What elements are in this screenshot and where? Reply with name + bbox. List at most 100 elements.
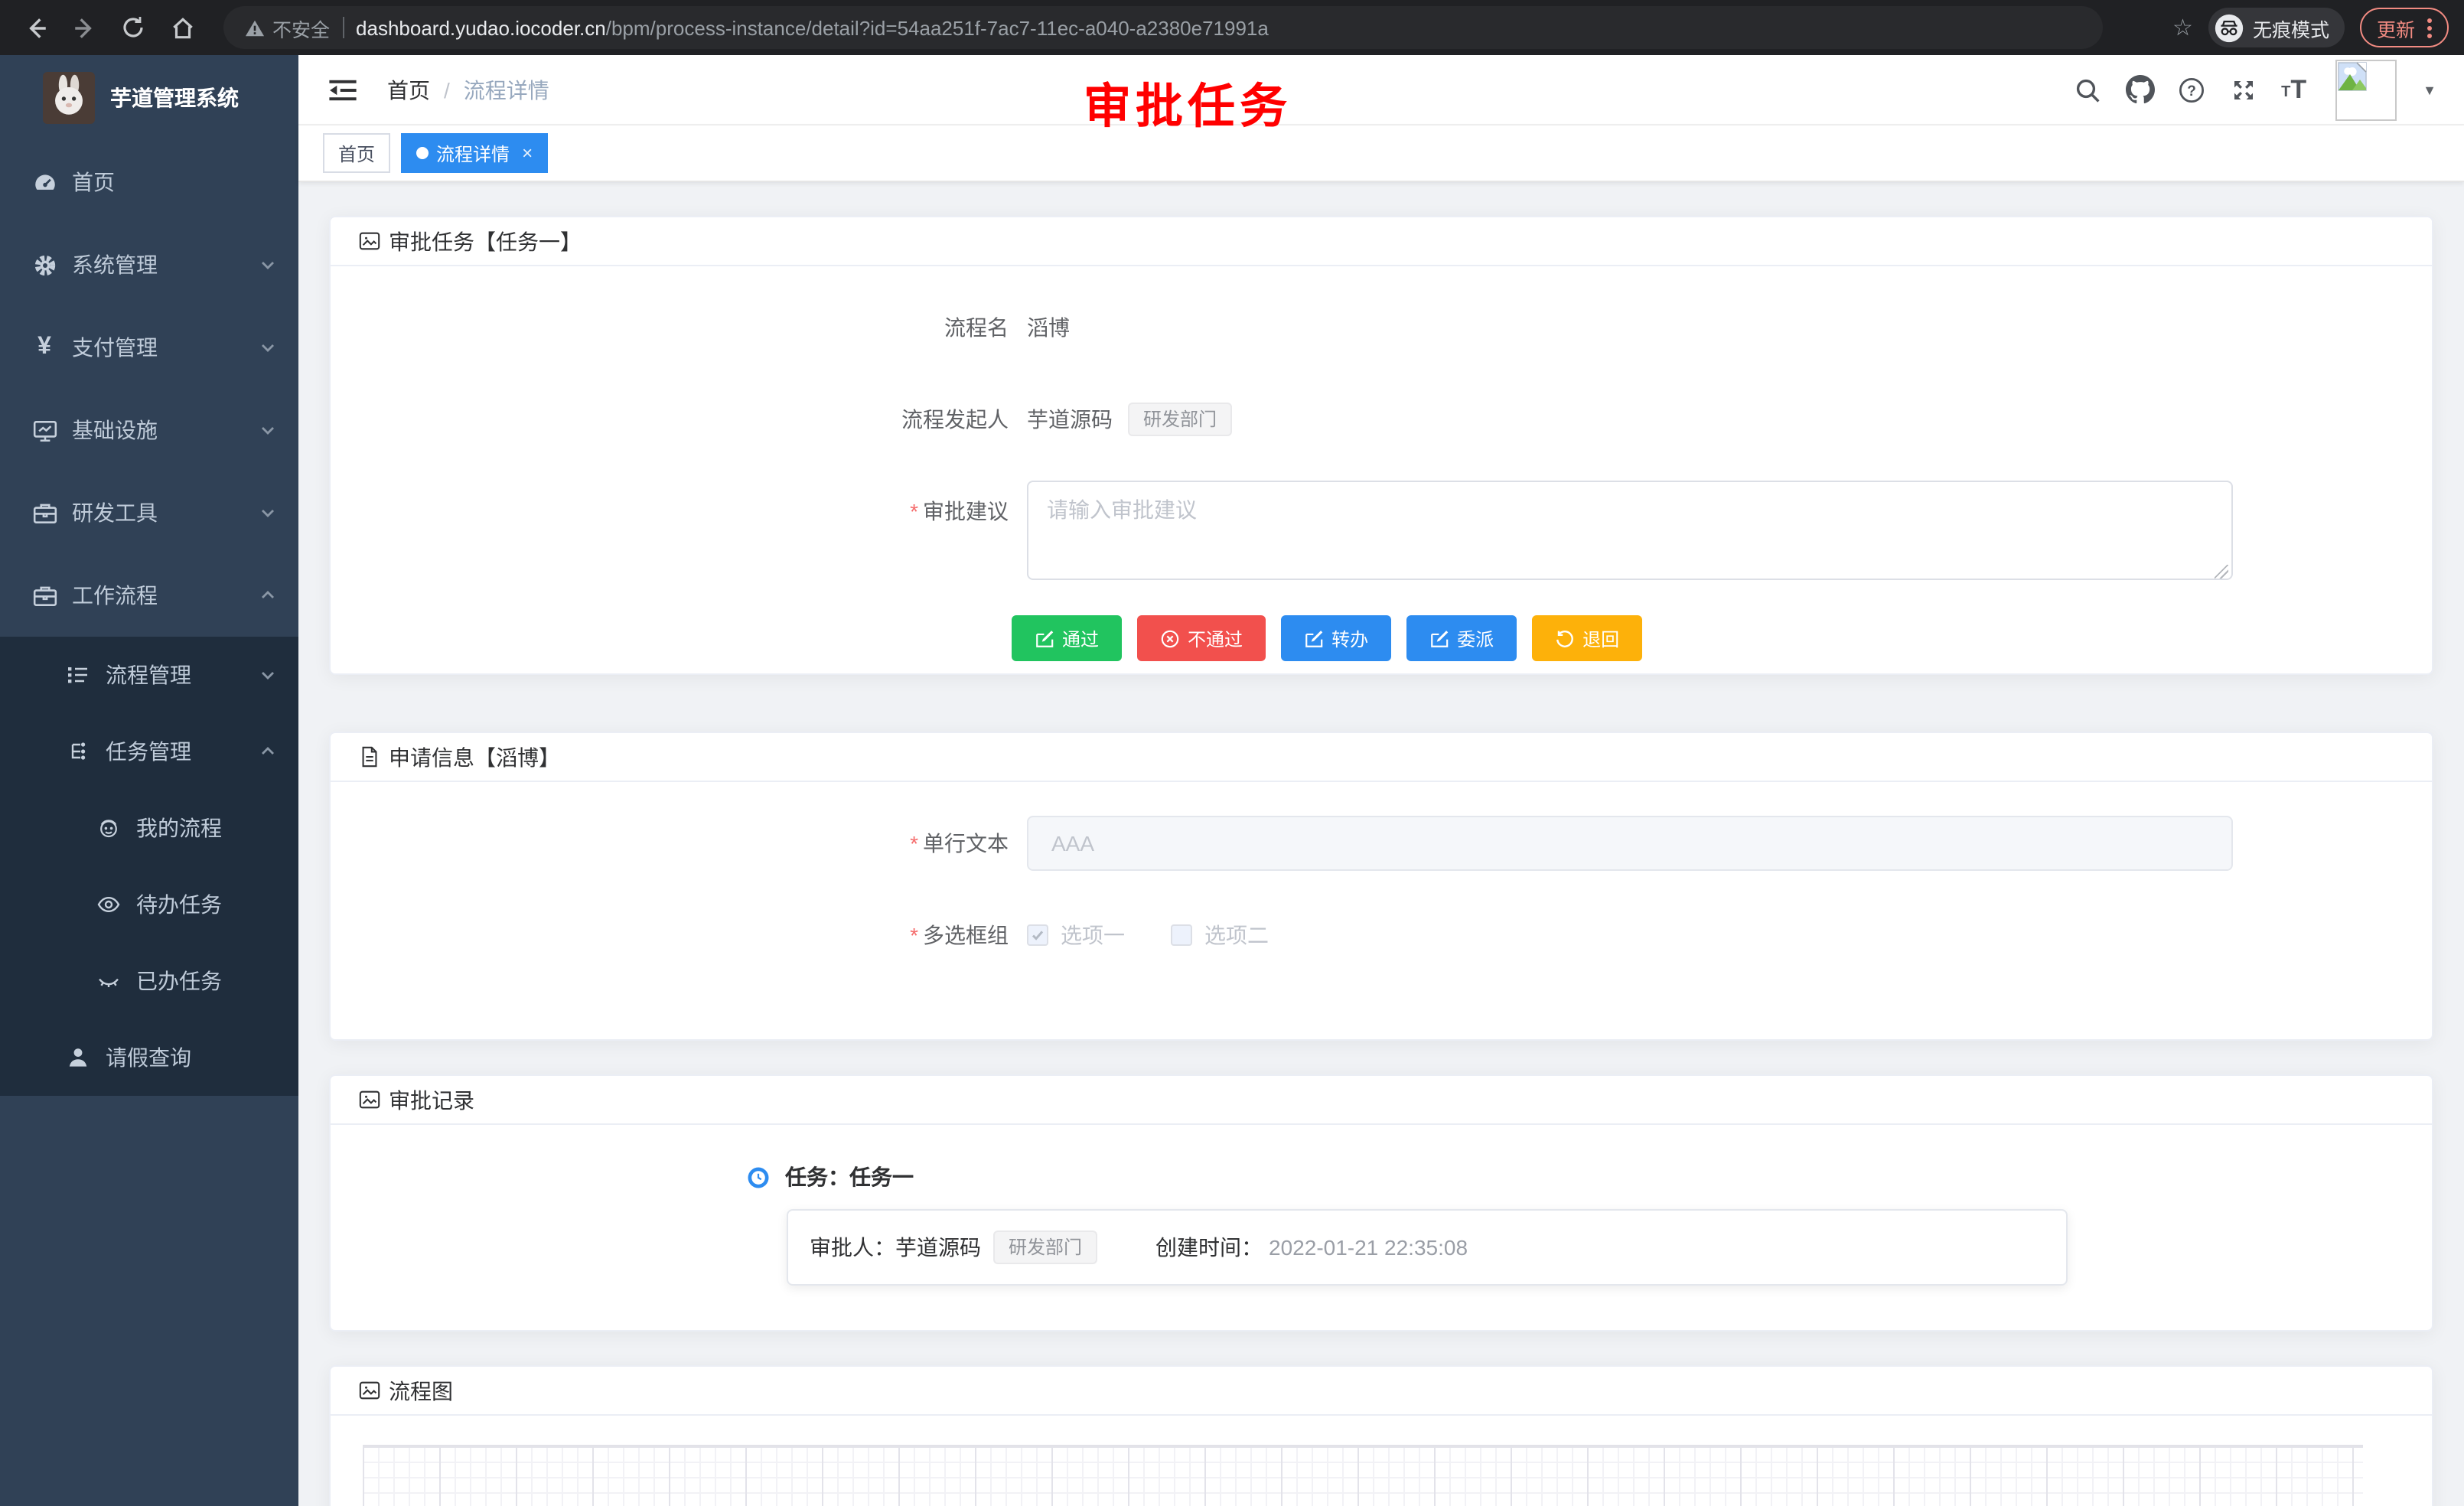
circle-close-icon [1160,628,1180,648]
sidebar-item-my-process[interactable]: 我的流程 [0,790,298,866]
field-value: 滔博 [1027,297,1070,358]
page-header: 首页 / 流程详情 ? T [298,55,2464,126]
url-path: /bpm/process-instance/detail?id=54aa251f… [606,16,1269,39]
field-single-text: 单行文本 [863,813,2401,874]
close-icon[interactable]: × [522,142,533,164]
breadcrumb: 首页 / 流程详情 [387,74,549,105]
sidebar-item-label: 已办任务 [136,966,277,996]
caret-down-icon[interactable]: ▼ [2423,82,2436,97]
approve-button[interactable]: 通过 [1012,615,1122,661]
list-tree-icon [64,661,92,689]
sidebar-item-label: 请假查询 [106,1042,277,1073]
delegate-button[interactable]: 委派 [1406,615,1517,661]
url-divider [342,17,344,38]
task-title: 任务：任务一 [785,1162,914,1192]
url-domain: dashboard.yudao.iocoder.cn [356,16,606,39]
approval-comment-input[interactable] [1027,481,2233,580]
bookmark-star-icon[interactable]: ☆ [2172,14,2193,41]
checkbox-checked-icon [1027,924,1048,946]
card-title: 流程图 [389,1375,453,1406]
card-header: 申请信息【滔博】 [331,733,2432,782]
edit-icon [1304,628,1324,648]
sidebar-item-process-mgmt[interactable]: 流程管理 [0,637,298,713]
breadcrumb-current: 流程详情 [464,74,549,105]
resize-grip[interactable] [2215,565,2228,579]
eye-closed-icon [95,967,122,995]
sidebar-item-devtools[interactable]: 研发工具 [0,471,298,554]
checkbox-label: 选项一 [1061,920,1125,950]
field-initiator: 流程发起人 芋道源码 研发部门 [863,389,2401,450]
url-text: dashboard.yudao.iocoder.cn/bpm/process-i… [356,16,1269,39]
sidebar-item-label: 支付管理 [72,332,259,363]
sidebar-item-task-mgmt[interactable]: 任务管理 [0,713,298,790]
annotation-text: 审批任务 [1084,67,1292,136]
browser-update-button[interactable]: 更新 [2360,8,2449,47]
card-title: 审批记录 [389,1084,474,1115]
picture-icon [358,1088,381,1111]
help-icon[interactable]: ? [2177,75,2206,104]
button-label: 退回 [1582,625,1619,651]
field-label: 流程名 [863,297,1009,358]
apply-info-card: 申请信息【滔博】 单行文本 多选框组 [329,732,2433,1041]
sidebar-item-workflow[interactable]: 工作流程 [0,554,298,637]
broken-image-icon [2337,60,2368,91]
sidebar-item-label: 流程管理 [106,660,259,690]
github-icon[interactable] [2125,75,2154,104]
approval-timeline: 任务：任务一 审批人：芋道源码 研发部门 创建时间：2022-01-21 22:… [747,1162,2401,1286]
approve-task-card: 审批任务【任务一】 流程名 滔博 流程发起人 芋道源码 研发部门 [329,216,2433,675]
reject-button[interactable]: 不通过 [1137,615,1266,661]
node-tree-icon [64,738,92,765]
return-button[interactable]: 退回 [1532,615,1642,661]
back-icon[interactable] [15,8,55,47]
sidebar-item-infra[interactable]: 基础设施 [0,389,298,471]
approval-record-card: 审批记录 任务：任务一 审批人：芋道源码 [329,1074,2433,1332]
forward-icon[interactable] [64,8,104,47]
address-bar[interactable]: 不安全 dashboard.yudao.iocoder.cn/bpm/proce… [223,6,2103,49]
sidebar-item-home[interactable]: 首页 [0,141,298,223]
tag-home[interactable]: 首页 [323,133,390,173]
browser-menu-icon[interactable] [2427,18,2432,37]
transfer-button[interactable]: 转办 [1281,615,1391,661]
avatar[interactable] [2335,59,2397,120]
bpmn-canvas[interactable] [363,1445,2363,1506]
sidebar-item-todo-tasks[interactable]: 待办任务 [0,866,298,943]
home-icon[interactable] [162,8,202,47]
page-content: 审批任务【任务一】 流程名 滔博 流程发起人 芋道源码 研发部门 [298,182,2464,1506]
button-label: 通过 [1062,625,1099,651]
field-label: 流程发起人 [863,389,1009,450]
document-icon [358,745,381,768]
reload-icon[interactable] [113,8,153,47]
field-checkbox-group: 多选框组 选项一 选项二 [863,905,2401,966]
sidebar-item-system[interactable]: 系统管理 [0,223,298,306]
checkbox-unchecked-icon [1171,924,1192,946]
chevron-down-icon [259,421,277,439]
briefcase-icon [31,582,58,609]
search-icon[interactable] [2073,75,2102,104]
card-header: 审批记录 [331,1076,2432,1125]
sidebar-item-leave-query[interactable]: 请假查询 [0,1019,298,1096]
tag-label: 首页 [338,140,375,166]
breadcrumb-home[interactable]: 首页 [387,74,430,105]
active-dot [416,147,429,159]
sidebar-collapse-icon[interactable] [326,73,360,106]
sidebar-item-label: 系统管理 [72,249,259,280]
sidebar-item-payment[interactable]: ¥ 支付管理 [0,306,298,389]
refresh-left-icon [1555,628,1575,648]
sidebar-item-done-tasks[interactable]: 已办任务 [0,943,298,1019]
chevron-down-icon [259,338,277,357]
sidebar-item-label: 基础设施 [72,415,259,445]
tags-view: 首页 流程详情 × [298,126,2464,182]
face-icon [95,814,122,842]
fullscreen-icon[interactable] [2229,75,2258,104]
font-size-icon[interactable]: TT [2281,77,2306,103]
user-icon [64,1044,92,1071]
checkbox-label: 选项二 [1204,920,1269,950]
approval-record-item: 审批人：芋道源码 研发部门 创建时间：2022-01-21 22:35:08 [787,1209,2068,1286]
field-label: 多选框组 [863,905,1009,966]
security-status[interactable]: 不安全 [245,13,330,42]
sidebar-item-label: 我的流程 [136,813,277,843]
tag-process-detail[interactable]: 流程详情 × [401,133,548,173]
dept-tag: 研发部门 [993,1231,1097,1264]
app-logo-row[interactable]: 芋道管理系统 [0,55,298,141]
card-title: 审批任务【任务一】 [389,226,582,256]
